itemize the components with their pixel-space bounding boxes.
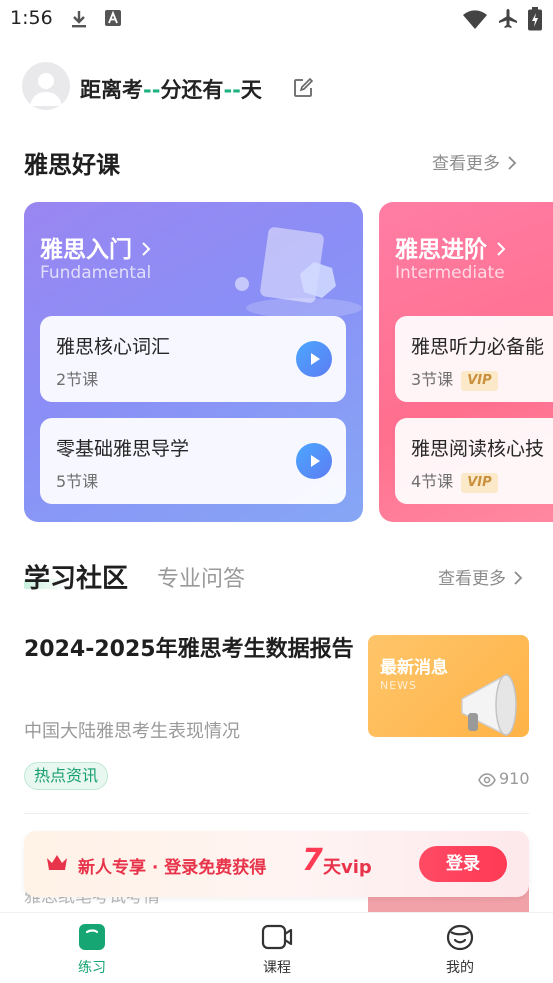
thumbnail-title: 最新消息 <box>380 658 448 678</box>
airplane-mode-icon <box>499 9 517 28</box>
chevron-right-icon <box>508 156 517 170</box>
profile-face-icon <box>446 924 474 951</box>
hot-news-tag[interactable]: 热点资讯 <box>24 762 109 790</box>
card-title: 雅思入门 <box>40 230 152 264</box>
nav-label: 练习 <box>78 960 106 976</box>
tab-community[interactable]: 学习社区 <box>24 558 128 595</box>
countdown-prefix: 距离考 <box>80 78 143 102</box>
thumbnail-subtitle: NEWS <box>380 679 418 692</box>
nav-item-profile[interactable]: 我的 <box>420 923 500 977</box>
wifi-icon <box>463 10 487 29</box>
article-title[interactable]: 2024-2025年雅思考生数据报告 <box>24 630 354 670</box>
nav-item-practice[interactable]: 练习 <box>52 923 132 977</box>
countdown-days-value: -- <box>143 78 161 102</box>
tab-qa[interactable]: 专业问答 <box>157 561 245 593</box>
card-subtitle: Intermediate <box>395 263 505 283</box>
lesson-count: 2节课 <box>56 370 99 389</box>
crown-icon <box>47 855 67 870</box>
courses-section-title: 雅思好课 <box>24 151 120 179</box>
lesson-item[interactable]: 零基础雅思导学 5节课 <box>40 418 346 504</box>
lesson-count-text: 3节课 <box>411 370 454 389</box>
course-video-icon <box>261 924 293 950</box>
article-subtitle: 中国大陆雅思考生表现情况 <box>24 721 240 742</box>
lesson-count: 3节课 VIP <box>411 366 498 391</box>
card-title-text: 雅思入门 <box>40 237 132 263</box>
card-title-text: 雅思进阶 <box>395 237 487 263</box>
practice-icon <box>79 924 105 950</box>
avatar[interactable] <box>22 62 70 110</box>
course-card-fundamental[interactable]: 雅思入门 Fundamental 雅思核心词汇 2节课 零基础雅思导学 5节课 <box>24 202 363 522</box>
lesson-count: 5节课 <box>56 472 99 491</box>
download-icon <box>72 11 86 28</box>
vip-badge: VIP <box>461 473 498 493</box>
lesson-count: 4节课 VIP <box>411 468 498 493</box>
countdown-days-left: -- <box>223 78 241 102</box>
chevron-right-icon <box>142 242 151 256</box>
default-avatar-icon <box>30 73 62 106</box>
promo-banner[interactable]: 新人专享 · 登录免费获得 7 天vip 登录 <box>24 831 529 897</box>
play-button[interactable] <box>296 443 332 479</box>
view-count-value: 910 <box>499 769 530 788</box>
status-bar: 1:56 <box>0 0 553 38</box>
lesson-item[interactable]: 雅思听力必备能 3节课 VIP <box>395 316 553 402</box>
lesson-name: 零基础雅思导学 <box>56 438 190 460</box>
lesson-name: 雅思听力必备能 <box>411 336 545 358</box>
battery-charging-icon <box>528 7 542 31</box>
nav-label: 课程 <box>263 960 291 976</box>
card-illustration <box>235 227 362 318</box>
community-more-label: 查看更多 <box>438 569 506 589</box>
lesson-item[interactable]: 雅思核心词汇 2节课 <box>40 316 346 402</box>
exam-countdown[interactable]: 距离考--分还有--天 <box>80 74 262 104</box>
lesson-name: 雅思阅读核心技 <box>411 438 545 460</box>
card-title: 雅思进阶 <box>395 230 507 264</box>
nav-item-courses[interactable]: 课程 <box>237 923 317 977</box>
login-button[interactable]: 登录 <box>419 846 507 882</box>
play-icon <box>311 353 320 365</box>
nav-label: 我的 <box>446 960 474 976</box>
view-count: 910 <box>478 769 530 788</box>
lesson-name: 雅思核心词汇 <box>56 336 171 358</box>
lesson-item[interactable]: 雅思阅读核心技 4节课 VIP <box>395 418 553 504</box>
card-subtitle: Fundamental <box>40 263 152 283</box>
bottom-nav: 练习 课程 我的 <box>0 912 553 983</box>
lesson-count-text: 4节课 <box>411 472 454 491</box>
eye-icon <box>478 773 496 787</box>
course-card-intermediate[interactable]: 雅思进阶 Intermediate 雅思听力必备能 3节课 VIP 雅思阅读核心技… <box>379 202 553 522</box>
promo-days-number: 7 <box>302 843 323 878</box>
countdown-middle: 分还有 <box>160 78 224 102</box>
app-screen: 1:56 距离考--分还有--天 雅思好课 查看更多 雅思入门 Fundamen… <box>0 0 553 983</box>
status-time: 1:56 <box>10 7 53 29</box>
a11y-text-icon <box>105 10 121 26</box>
chevron-right-icon <box>497 242 506 256</box>
promo-vip-text: 天vip <box>323 857 372 878</box>
promo-text: 新人专享 · 登录免费获得 <box>78 858 267 878</box>
courses-more-link[interactable]: 查看更多 <box>432 149 517 174</box>
courses-more-label: 查看更多 <box>432 154 500 174</box>
divider <box>24 813 529 814</box>
play-icon <box>311 455 320 467</box>
megaphone-icon <box>461 673 517 737</box>
countdown-suffix: 天 <box>240 78 262 102</box>
community-more-link[interactable]: 查看更多 <box>438 564 523 589</box>
play-button[interactable] <box>296 341 332 377</box>
chevron-right-icon <box>514 571 523 585</box>
article-thumbnail[interactable]: 最新消息 NEWS <box>368 635 529 737</box>
vip-badge: VIP <box>461 371 498 391</box>
edit-icon[interactable] <box>292 77 314 99</box>
